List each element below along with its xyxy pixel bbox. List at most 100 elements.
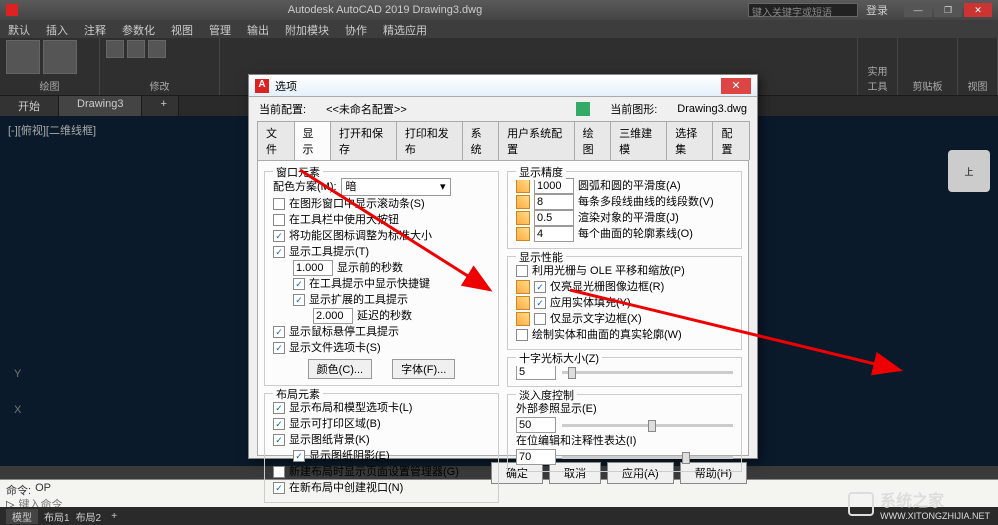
menu-item[interactable]: 精选应用 (375, 20, 435, 38)
tab-user-prefs[interactable]: 用户系统配置 (498, 121, 575, 160)
perf-icon (516, 296, 530, 310)
layout-elements-group: 布局元素 ✓显示布局和模型选项卡(L) ✓显示可打印区域(B) ✓显示图纸背景(… (264, 393, 499, 503)
solid-fill-checkbox[interactable]: ✓ (534, 297, 546, 309)
crosshair-size-input[interactable] (516, 364, 556, 380)
dialog-tabs: 文件 显示 打开和保存 打印和发布 系统 用户系统配置 绘图 三维建模 选择集 … (249, 121, 757, 160)
view-label: [-][俯视][二维线框] (8, 122, 96, 138)
ribbon-group-label: 剪贴板 (904, 78, 951, 93)
colors-button[interactable]: 颜色(C)... (308, 359, 372, 379)
surf-lines-input[interactable] (534, 226, 574, 242)
ext-tooltip-checkbox[interactable]: ✓ (293, 294, 305, 306)
file-tab-checkbox[interactable]: ✓ (273, 342, 285, 354)
view-cube[interactable]: 上 (948, 150, 990, 192)
tab-drawing[interactable]: Drawing3 (59, 96, 142, 116)
crosshair-slider[interactable] (562, 371, 733, 374)
app-title: Autodesk AutoCAD 2019 Drawing3.dwg (22, 4, 748, 16)
print-area-checkbox[interactable]: ✓ (273, 418, 285, 430)
menu-item[interactable]: 协作 (337, 20, 375, 38)
render-smooth-input[interactable] (534, 210, 574, 226)
dialog-titlebar: A 选项 ✕ (249, 75, 757, 97)
paper-bg-checkbox[interactable]: ✓ (273, 434, 285, 446)
menu-item[interactable]: 视图 (163, 20, 201, 38)
tab-profiles[interactable]: 配置 (712, 121, 750, 160)
shortcut-checkbox[interactable]: ✓ (293, 278, 305, 290)
drawing-value: Drawing3.dwg (677, 103, 747, 115)
tab-drafting[interactable]: 绘图 (574, 121, 612, 160)
search-input[interactable]: 键入关键字或短语 (748, 3, 858, 17)
menu-item[interactable]: 参数化 (114, 20, 163, 38)
ribbon-group-label: 修改 (106, 78, 213, 93)
group-title: 窗口元素 (273, 164, 323, 180)
tooltip-delay-input[interactable] (293, 260, 333, 276)
scheme-dropdown[interactable]: 暗▾ (341, 178, 451, 196)
fonts-button[interactable]: 字体(F)... (392, 359, 455, 379)
login-link[interactable]: 登录 (866, 2, 888, 18)
seg-input[interactable] (534, 194, 574, 210)
close-button[interactable]: ✕ (964, 3, 992, 17)
viewport-checkbox[interactable]: ✓ (273, 482, 285, 494)
ribbon-group-label: 绘图 (6, 78, 93, 93)
resize-icon-checkbox[interactable]: ✓ (273, 230, 285, 242)
minimize-button[interactable]: — (904, 3, 932, 17)
tooltip-checkbox[interactable]: ✓ (273, 246, 285, 258)
tab-selection[interactable]: 选择集 (666, 121, 713, 160)
ribbon-tool-icon[interactable] (6, 40, 40, 74)
menu-item[interactable]: 输出 (239, 20, 277, 38)
menu-item[interactable]: 插入 (38, 20, 76, 38)
tab-open-save[interactable]: 打开和保存 (330, 121, 397, 160)
menu-item[interactable]: 默认 (0, 20, 38, 38)
maximize-button[interactable]: ❐ (934, 3, 962, 17)
menubar: 默认 插入 注释 参数化 视图 管理 输出 附加模块 协作 精选应用 (0, 20, 998, 38)
chevron-down-icon: ▾ (440, 179, 446, 195)
menu-item[interactable]: 附加模块 (277, 20, 337, 38)
xref-fade-input[interactable] (516, 417, 556, 433)
large-btn-checkbox[interactable] (273, 214, 285, 226)
group-title: 显示性能 (516, 249, 566, 265)
dialog-close-button[interactable]: ✕ (721, 78, 751, 94)
menu-item[interactable]: 注释 (76, 20, 114, 38)
silhouette-checkbox[interactable] (516, 329, 528, 341)
profile-row: 当前配置: <<未命名配置>> 当前图形: Drawing3.dwg (249, 97, 757, 121)
tab-display[interactable]: 显示 (294, 121, 332, 160)
text-frame-checkbox[interactable] (534, 313, 546, 325)
inplace-fade-slider[interactable] (562, 456, 733, 459)
fade-group: 淡入度控制 外部参照显示(E) 在位编辑和注释性表达(I) (507, 394, 742, 472)
tab-add-button[interactable]: + (142, 96, 179, 116)
xref-fade-slider[interactable] (562, 424, 733, 427)
status-layout[interactable]: 布局1 (44, 509, 70, 524)
tab-3d[interactable]: 三维建模 (610, 121, 667, 160)
tab-system[interactable]: 系统 (462, 121, 500, 160)
layout-tab-checkbox[interactable]: ✓ (273, 402, 285, 414)
inplace-fade-input[interactable] (516, 449, 556, 465)
window-elements-group: 窗口元素 配色方案(M): 暗▾ 在图形窗口中显示滚动条(S) 在工具栏中使用大… (264, 171, 499, 386)
status-add-layout[interactable]: + (107, 511, 121, 522)
ext-delay-input[interactable] (313, 308, 353, 324)
menu-item[interactable]: 管理 (201, 20, 239, 38)
paper-shadow-checkbox[interactable]: ✓ (293, 450, 305, 462)
ribbon-tool-icon[interactable] (43, 40, 77, 74)
hover-checkbox[interactable]: ✓ (273, 326, 285, 338)
pan-zoom-checkbox[interactable] (516, 265, 528, 277)
performance-group: 显示性能 利用光栅与 OLE 平移和缩放(P) ✓仅亮显光栅图像边框(R) ✓应… (507, 256, 742, 350)
tab-files[interactable]: 文件 (257, 121, 295, 160)
slider-thumb[interactable] (568, 367, 576, 379)
resolution-icon (516, 195, 530, 209)
tab-plot[interactable]: 打印和发布 (396, 121, 463, 160)
cmd-label: 命令: (6, 482, 31, 498)
slider-thumb[interactable] (682, 452, 690, 464)
watermark-logo-icon (848, 492, 874, 516)
arc-smooth-input[interactable] (534, 178, 574, 194)
dialog-title: 选项 (275, 78, 721, 94)
drawing-icon (576, 102, 590, 116)
ribbon-tool-icon[interactable] (127, 40, 145, 58)
ribbon-tool-icon[interactable] (106, 40, 124, 58)
new-layout-mgr-checkbox[interactable] (273, 466, 285, 478)
status-model[interactable]: 模型 (6, 509, 38, 524)
tab-start[interactable]: 开始 (0, 96, 59, 116)
scroll-checkbox[interactable] (273, 198, 285, 210)
slider-thumb[interactable] (648, 420, 656, 432)
ribbon-tool-icon[interactable] (148, 40, 166, 58)
raster-frame-checkbox[interactable]: ✓ (534, 281, 546, 293)
status-layout[interactable]: 布局2 (76, 509, 102, 524)
watermark: 系统之家 WWW.XITONGZHIJIA.NET (848, 487, 990, 521)
